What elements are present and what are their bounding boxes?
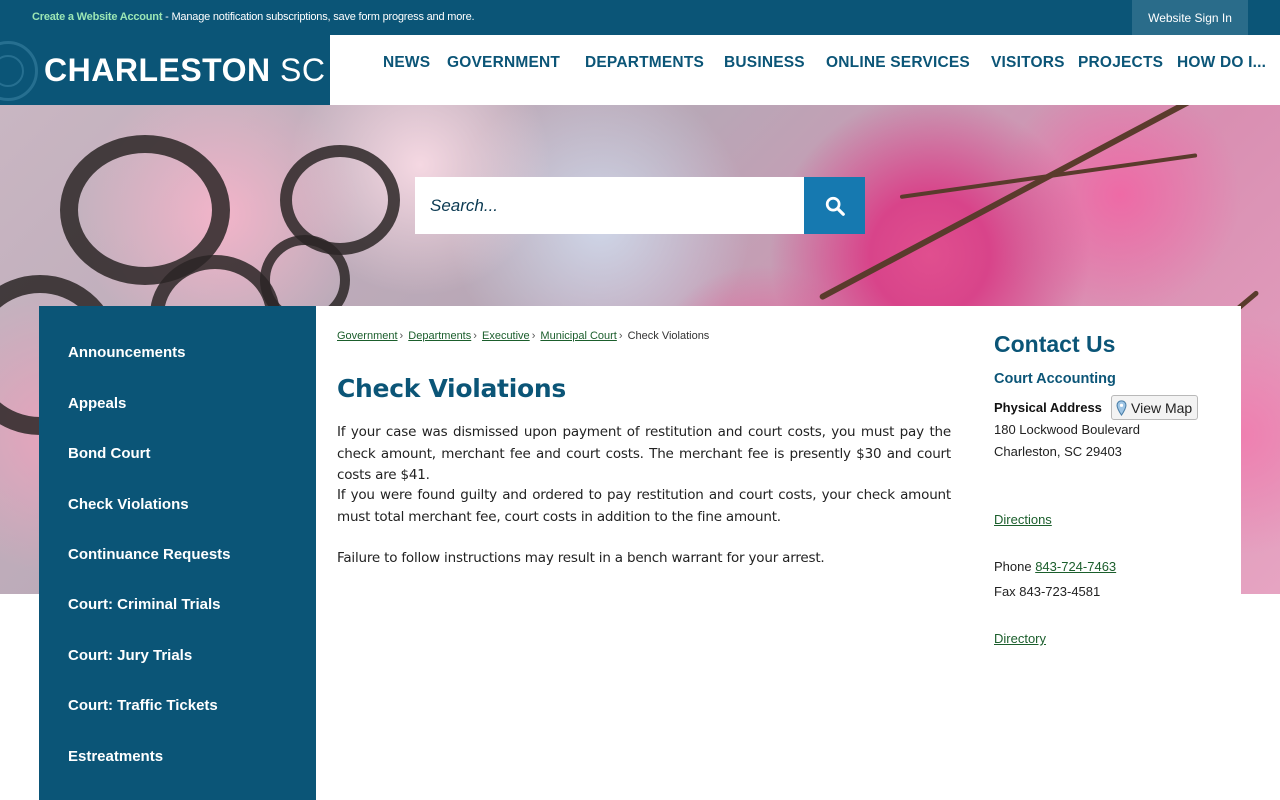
nav-government[interactable]: GOVERNMENT [447,54,560,72]
search-icon [825,196,845,216]
nav-visitors[interactable]: VISITORS [991,54,1065,72]
directory-line: Directory [994,631,1046,646]
breadcrumb-separator: › [531,330,536,342]
content-paragraph: Failure to follow instructions may resul… [337,550,825,566]
site-header: CHARLESTON SC NEWS GOVERNMENT DEPARTMENT… [0,35,1280,105]
directory-link[interactable]: Directory [994,631,1046,646]
sidebar-item-appeals[interactable]: Appeals [68,395,126,412]
sidebar-nav: Announcements Appeals Bond Court Check V… [39,306,316,800]
content-paragraph: If you were found guilty and ordered to … [337,487,951,525]
physical-address-label: Physical Address [994,400,1102,415]
sidebar-item-estreatments[interactable]: Estreatments [68,748,163,765]
sidebar-item-announcements[interactable]: Announcements [68,344,186,361]
fax-line: Fax 843-723-4581 [994,584,1101,599]
sidebar-item-continuance-requests[interactable]: Continuance Requests [68,546,231,563]
map-pin-icon [1116,399,1127,416]
breadcrumb-government[interactable]: Government [337,330,398,342]
nav-online-services[interactable]: ONLINE SERVICES [826,54,970,72]
view-map-button[interactable]: View Map [1111,395,1198,420]
breadcrumb-separator: › [618,330,623,342]
contact-heading: Contact Us [994,331,1116,357]
site-logo[interactable]: CHARLESTON SC [0,35,330,105]
site-search [415,177,865,234]
blossom-branch [899,153,1198,199]
sidebar-item-traffic-tickets[interactable]: Court: Traffic Tickets [68,697,218,714]
breadcrumb-separator: › [399,330,404,342]
contact-department: Court Accounting [994,371,1116,387]
address-line-1: 180 Lockwood Boulevard [994,422,1140,437]
page-title: Check Violations [337,374,566,403]
directions-line: Directions [994,512,1052,527]
breadcrumb: Government › Departments › Executive › Muni… [337,330,709,342]
logo-suffix: SC [280,52,326,88]
directions-link[interactable]: Directions [994,512,1052,527]
phone-label: Phone [994,559,1036,574]
sidebar-item-bond-court[interactable]: Bond Court [68,445,150,462]
content-paragraph: If your case was dismissed upon payment … [337,424,951,483]
sidebar-item-check-violations[interactable]: Check Violations [68,496,189,513]
top-notification-bar: Create a Website Account - Manage notifi… [0,0,1280,35]
website-sign-in-button[interactable]: Website Sign In [1132,0,1248,35]
search-button[interactable] [804,177,865,234]
nav-business[interactable]: BUSINESS [724,54,805,72]
breadcrumb-municipal-court[interactable]: Municipal Court [540,330,616,342]
logo-name: CHARLESTON [44,52,271,88]
phone-line: Phone 843-724-7463 [994,559,1116,574]
content-panel: Government › Departments › Executive › Muni… [316,306,1241,800]
phone-link[interactable]: 843-724-7463 [1035,559,1116,574]
create-account-link[interactable]: Create a Website Account [32,11,162,23]
view-map-label: View Map [1131,399,1193,416]
nav-news[interactable]: NEWS [383,54,430,72]
nav-projects[interactable]: PROJECTS [1078,54,1163,72]
nav-how-do-i[interactable]: HOW DO I... [1177,54,1266,72]
nav-departments[interactable]: DEPARTMENTS [585,54,704,72]
sidebar-item-criminal-trials[interactable]: Court: Criminal Trials [68,596,221,613]
address-line-2: Charleston, SC 29403 [994,444,1122,459]
search-input[interactable] [415,177,804,234]
breadcrumb-separator: › [473,330,477,342]
account-message: Create a Website Account - Manage notifi… [32,11,475,23]
breadcrumb-current: Check Violations [627,330,710,342]
breadcrumb-executive[interactable]: Executive [482,330,530,342]
account-message-text: - Manage notification subscriptions, sav… [162,11,475,23]
breadcrumb-departments[interactable]: Departments [408,330,471,342]
logo-text: CHARLESTON SC [44,52,325,89]
blossom-branch [818,105,1193,301]
sidebar-item-jury-trials[interactable]: Court: Jury Trials [68,647,192,664]
